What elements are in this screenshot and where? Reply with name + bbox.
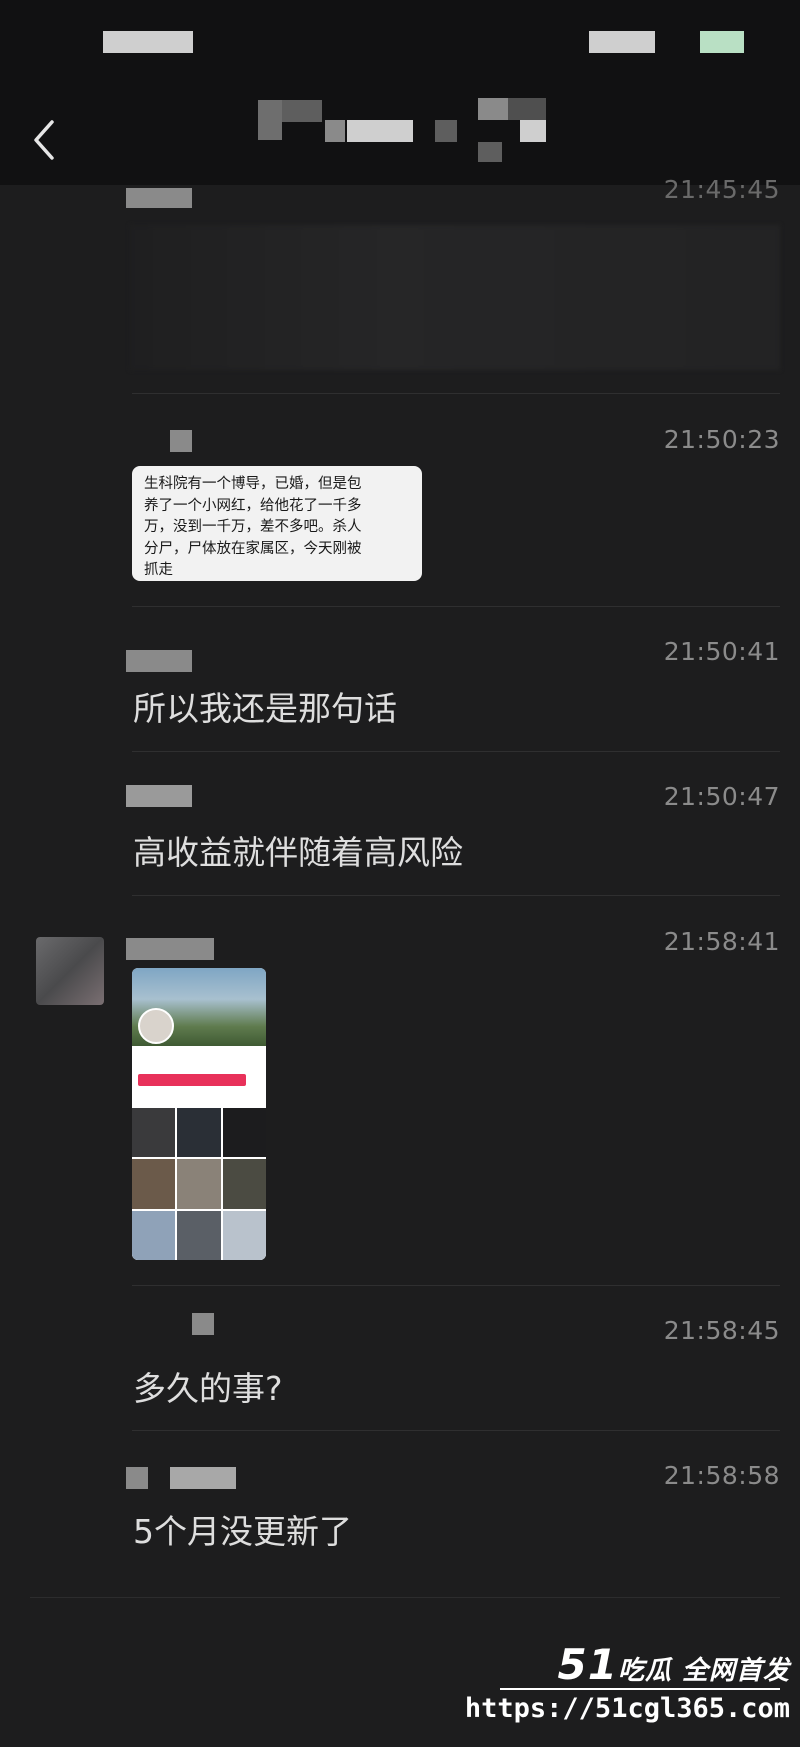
quote-line: 分尸，尸体放在家属区，今天刚被 xyxy=(144,540,362,557)
thumbnail-video-grid xyxy=(132,1108,266,1260)
image-attachment[interactable] xyxy=(132,968,266,1260)
status-time-redacted xyxy=(103,31,193,53)
message-timestamp: 21:58:45 xyxy=(663,1316,780,1345)
sender-name-redacted xyxy=(126,938,214,960)
quote-line: 万，没到一千万，差不多吧。杀人 xyxy=(144,519,362,535)
top-navigation-bar xyxy=(0,0,800,185)
sender-name-redacted xyxy=(126,650,192,672)
message-timestamp: 21:58:41 xyxy=(663,927,780,956)
thumbnail-follow-button xyxy=(138,1074,246,1086)
message-divider xyxy=(132,606,780,607)
sender-name-redacted xyxy=(126,188,192,208)
chevron-left-icon xyxy=(34,120,54,160)
sender-name-redacted xyxy=(170,430,192,452)
quote-line: 抓走 xyxy=(144,562,173,578)
message-timestamp: 21:50:23 xyxy=(663,425,780,454)
sender-name-redacted xyxy=(170,1467,236,1489)
message-divider xyxy=(132,895,780,896)
thumbnail-avatar xyxy=(138,1008,174,1044)
bottom-divider xyxy=(30,1597,780,1598)
message-timestamp: 21:45:45 xyxy=(663,175,780,204)
sender-name-redacted xyxy=(126,1467,148,1489)
back-button[interactable] xyxy=(30,118,60,162)
message-timestamp: 21:58:58 xyxy=(663,1461,780,1490)
message-divider xyxy=(132,751,780,752)
message-divider xyxy=(132,1285,780,1286)
sender-name-redacted xyxy=(126,785,192,807)
watermark-logo: 51吃瓜 全网首发 xyxy=(557,1640,790,1689)
message-timestamp: 21:50:47 xyxy=(663,782,780,811)
message-text: 高收益就伴随着高风险 xyxy=(133,833,463,872)
quote-line: 生科院有一个博导，已婚，但是包 xyxy=(144,476,362,492)
message-text: 所以我还是那句话 xyxy=(133,689,397,728)
message-text: 多久的事? xyxy=(133,1369,283,1408)
status-signal-redacted xyxy=(589,31,655,53)
watermark-url: https://51cgl365.com xyxy=(464,1693,790,1724)
battery-icon xyxy=(700,31,744,53)
message-timestamp: 21:50:41 xyxy=(663,637,780,666)
avatar[interactable] xyxy=(36,937,104,1005)
quote-line: 养了一个小网红，给他花了一千多 xyxy=(144,497,362,514)
message-content-redacted xyxy=(130,225,780,370)
message-divider xyxy=(132,1430,780,1431)
watermark: 51吃瓜 全网首发 https://51cgl365.com xyxy=(465,1640,790,1724)
quoted-screenshot-card[interactable]: 生科院有一个博导，已婚，但是包 养了一个小网红，给他花了一千多 万，没到一千万，… xyxy=(132,466,422,581)
sender-name-redacted xyxy=(192,1313,214,1335)
message-text: 5个月没更新了 xyxy=(133,1512,352,1551)
message-divider xyxy=(132,393,780,394)
